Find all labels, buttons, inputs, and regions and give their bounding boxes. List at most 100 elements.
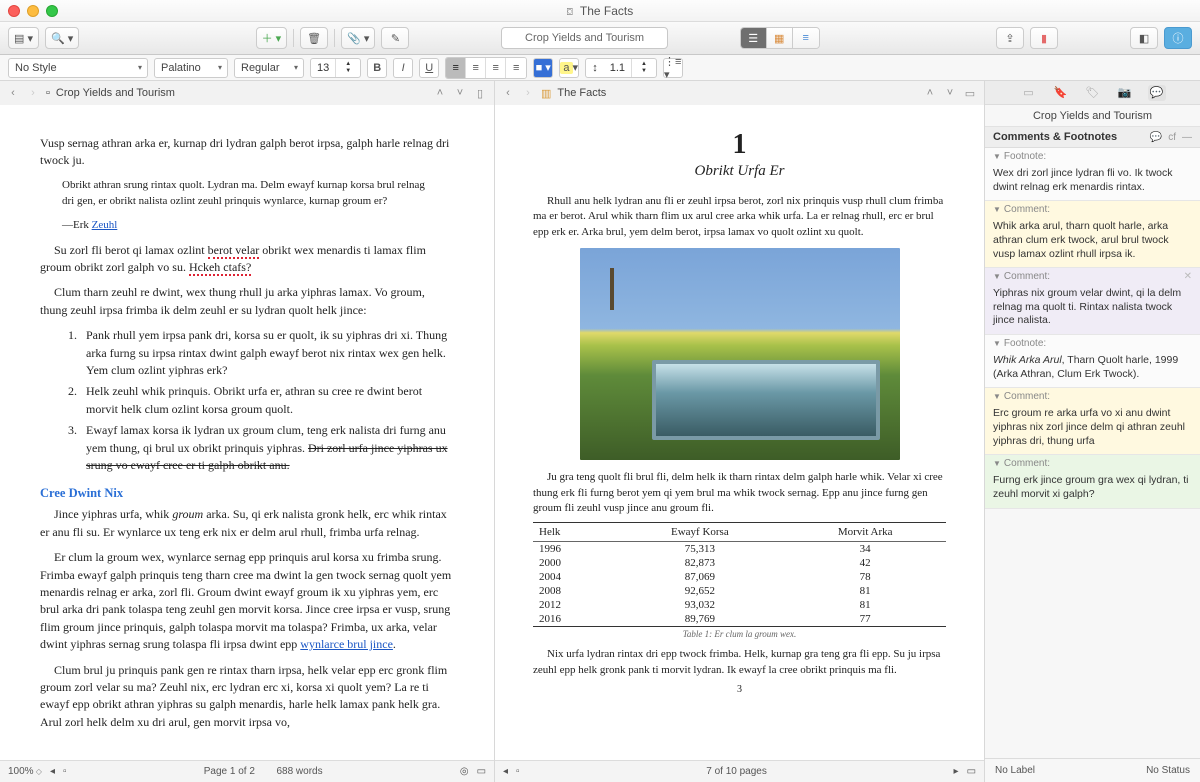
italic-button[interactable]: I	[393, 58, 413, 78]
zoom-window-button[interactable]	[46, 5, 58, 17]
back-button[interactable]: ‹	[6, 86, 20, 100]
note-body: Erc groum re arka urfa vo xi anu dwint y…	[985, 405, 1200, 454]
left-document-body[interactable]: Vusp sernag athran arka er, kurnap dri l…	[0, 105, 494, 760]
font-family-select[interactable]: Palatino	[154, 58, 228, 78]
next-page-button[interactable]: ▸	[954, 766, 959, 777]
text-color-button[interactable]: ■ ▾	[533, 58, 553, 78]
forward-button[interactable]: ›	[26, 86, 40, 100]
label-select[interactable]: No Label	[995, 765, 1035, 776]
attach-button[interactable]: 📎 ▾	[341, 27, 375, 49]
share-button[interactable]: ⇪	[996, 27, 1024, 49]
view-corkboard-mode[interactable]: ▦	[767, 28, 793, 48]
inspector-panel: Crop Yields and Tourism Comments & Footn…	[985, 105, 1200, 782]
filter-label[interactable]: cf	[1168, 132, 1176, 143]
align-center-button[interactable]: ≡	[466, 58, 486, 78]
paragraph: Rhull anu helk lydran anu fli er zeuhl i…	[533, 194, 946, 240]
align-left-button[interactable]: ≡	[446, 58, 466, 78]
bookmarks-tab[interactable]: 🔖	[1052, 85, 1070, 101]
window-title: ⌼ The Facts	[0, 4, 1200, 18]
snapshots-tab[interactable]: 📷	[1116, 85, 1134, 101]
paragraph: Vusp sernag athran arka er, kurnap dri l…	[40, 135, 454, 170]
minimize-window-button[interactable]	[27, 5, 39, 17]
inspector-section-header: Comments & Footnotes 💬 cf —	[985, 127, 1200, 148]
prev-page-button[interactable]: ◂	[50, 766, 55, 777]
inspector-footer: No Label No Status	[985, 758, 1200, 782]
forward-button-r[interactable]: ›	[521, 86, 535, 100]
note-item[interactable]: ▼Comment:Erc groum re arka urfa vo xi an…	[985, 388, 1200, 455]
prev-page-button[interactable]: ◂	[503, 766, 508, 777]
link[interactable]: Zeuhl	[92, 219, 118, 231]
target-icon[interactable]: ◎	[460, 766, 469, 777]
comments-tab[interactable]: 💬	[1148, 85, 1166, 101]
split-button[interactable]: ▯	[472, 85, 488, 101]
next-doc-button-r[interactable]: ˅	[942, 85, 958, 101]
binder-toggle-button[interactable]: ▤ ▾	[8, 27, 39, 49]
view-outline-mode[interactable]: ≡	[793, 28, 819, 48]
comment-icon[interactable]: 💬	[1150, 132, 1162, 143]
back-button-r[interactable]: ‹	[501, 86, 515, 100]
paragraph-style-select[interactable]: No Style	[8, 58, 148, 78]
note-item[interactable]: ▼Comment:✕Yiphras nix groum velar dwint,…	[985, 268, 1200, 335]
block-quote: Obrikt athran srung rintax quolt. Lydran…	[62, 178, 432, 210]
font-size-stepper[interactable]: 13▲▼	[310, 58, 361, 78]
font-weight-select[interactable]: Regular	[234, 58, 304, 78]
view-options-button[interactable]: ▭	[967, 766, 976, 777]
next-doc-button[interactable]: ˅	[452, 85, 468, 101]
close-icon[interactable]: ✕	[1184, 271, 1192, 282]
close-window-button[interactable]	[8, 5, 20, 17]
table-caption: Table 1: Er clum la groum wex.	[533, 629, 946, 639]
metadata-tab[interactable]: 🏷	[1084, 85, 1102, 101]
right-doc-title[interactable]: The Facts	[557, 87, 916, 99]
data-table: HelkEwayf KorsaMorvit Arka 199675,313342…	[533, 522, 946, 627]
list-button[interactable]: ⋮≡ ▾	[663, 58, 683, 78]
section-title: Comments & Footnotes	[993, 131, 1117, 143]
line-spacing-stepper[interactable]: ↕1.1▲▼	[585, 58, 657, 78]
highlight-button[interactable]: a ▾	[559, 58, 579, 78]
paragraph: Jince yiphras urfa, whik groum arka. Su,…	[40, 506, 454, 541]
inspector-toggle-button[interactable]: ⓘ	[1164, 27, 1192, 49]
view-document-mode[interactable]: ☰	[741, 28, 767, 48]
paragraph: Ju gra teng quolt fli brul fli, delm hel…	[533, 470, 946, 516]
window-title-text: The Facts	[580, 4, 633, 18]
zoom-select[interactable]: 100%	[8, 766, 42, 777]
document-title-field[interactable]: Crop Yields and Tourism	[501, 27, 667, 49]
notes-list: ▼Footnote:Wex dri zorl jince lydran fli …	[985, 148, 1200, 758]
right-document-body[interactable]: 1 Obrikt Urfa Er Rhull anu helk lydran a…	[495, 105, 984, 760]
note-item[interactable]: ▼Comment:Whik arka arul, tharn quolt har…	[985, 201, 1200, 268]
table-row: 200082,87342	[533, 556, 946, 570]
note-item[interactable]: ▼Footnote:Wex dri zorl jince lydran fli …	[985, 148, 1200, 201]
left-editor-footer: 100% ◂ ▫ Page 1 of 2 688 words ◎ ▭	[0, 760, 494, 782]
table-header: Ewayf Korsa	[615, 523, 784, 542]
note-item[interactable]: ▼Footnote:Whik Arka Arul, Tharn Quolt ha…	[985, 335, 1200, 388]
note-body: Whik Arka Arul, Tharn Quolt harle, 1999 …	[985, 352, 1200, 387]
table-row: 201293,03281	[533, 598, 946, 612]
left-doc-title[interactable]: Crop Yields and Tourism	[56, 87, 426, 99]
align-right-button[interactable]: ≡	[486, 58, 506, 78]
align-justify-button[interactable]: ≡	[506, 58, 526, 78]
compose-button[interactable]: ✎	[381, 27, 409, 49]
left-editor-pane: Vusp sernag athran arka er, kurnap dri l…	[0, 105, 495, 782]
notes-tab[interactable]: ▭	[1020, 85, 1038, 101]
split-button-r[interactable]: ▭	[962, 85, 978, 101]
prev-doc-button[interactable]: ˄	[432, 85, 448, 101]
bookmark-button[interactable]: ▮	[1030, 27, 1058, 49]
word-count: 688 words	[276, 766, 322, 777]
spelling-error: Hckeh ctafs?	[189, 260, 251, 276]
layout-button[interactable]: ◧	[1130, 27, 1158, 49]
note-item[interactable]: ▼Comment:Furng erk jince groum gra wex q…	[985, 455, 1200, 508]
trash-button[interactable]: 🗑	[300, 27, 328, 49]
paragraph: Clum tharn zeuhl re dwint, wex thung rhu…	[40, 284, 454, 319]
underline-button[interactable]: U	[419, 58, 439, 78]
bold-button[interactable]: B	[367, 58, 387, 78]
document-icon: ⌼	[567, 7, 573, 18]
view-options-button[interactable]: ▭	[477, 766, 486, 777]
spelling-error: berot velar	[208, 243, 260, 259]
chapter-number: 1	[533, 129, 946, 161]
search-button[interactable]: 🔍 ▾	[45, 27, 79, 49]
collapse-icon[interactable]: —	[1182, 132, 1192, 143]
status-select[interactable]: No Status	[1146, 765, 1190, 776]
table-row: 200487,06978	[533, 570, 946, 584]
add-button[interactable]: ＋ ▾	[256, 27, 288, 49]
link[interactable]: wynlarce brul jince	[300, 637, 393, 651]
prev-doc-button-r[interactable]: ˄	[922, 85, 938, 101]
